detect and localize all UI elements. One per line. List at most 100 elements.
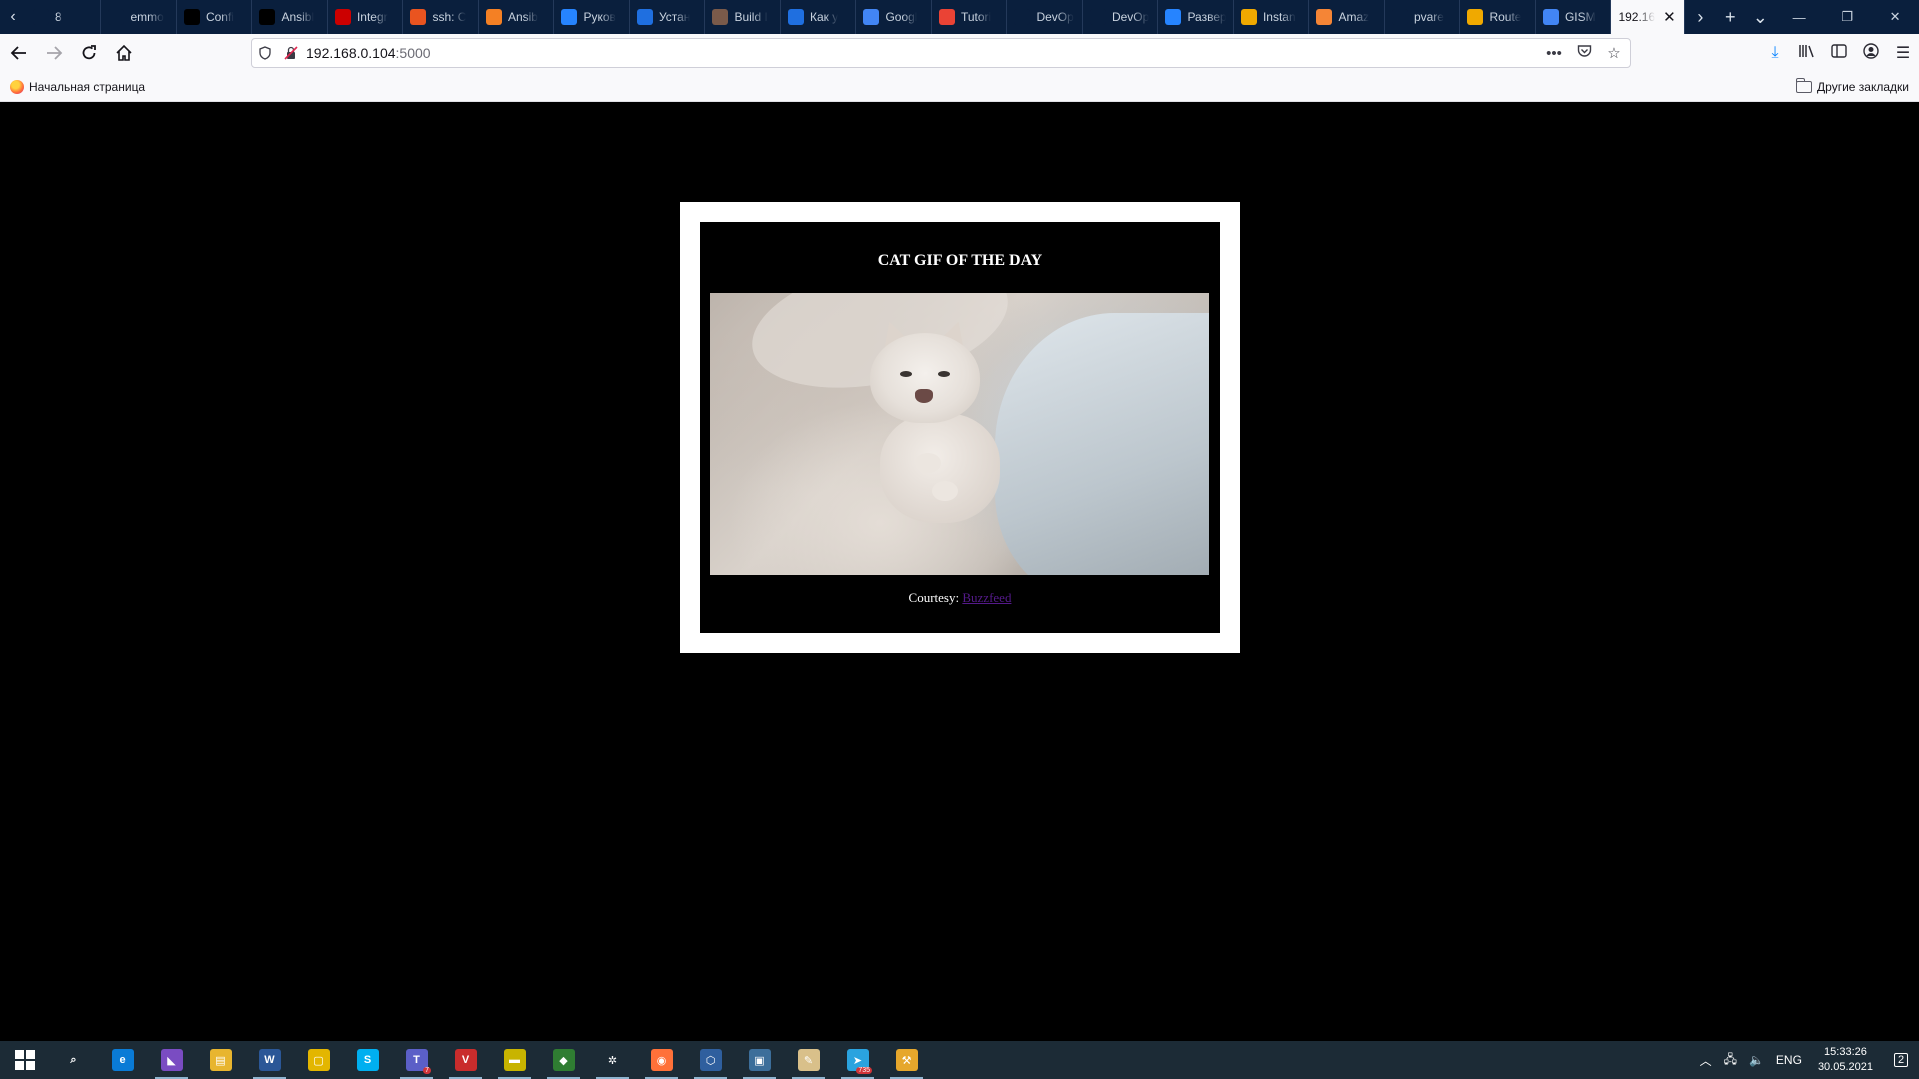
- stackoverflow-icon: [485, 9, 502, 25]
- cat-card-frame: CAT GIF OF THE DAY Courtesy: Buzzfeed: [680, 202, 1240, 653]
- forward-icon[interactable]: [38, 37, 70, 69]
- tab[interactable]: Как у: [781, 0, 857, 34]
- taskbar-button[interactable]: ◣: [147, 1041, 196, 1079]
- network-icon[interactable]: 🖧: [1718, 1050, 1743, 1071]
- tab-label: Как у: [809, 10, 839, 24]
- tab[interactable]: Ansibl: [252, 0, 328, 34]
- tab[interactable]: DevOp: [1007, 0, 1083, 34]
- library-icon[interactable]: [1791, 43, 1823, 64]
- restore-icon[interactable]: ❐: [1823, 0, 1871, 34]
- tracking-shield-icon[interactable]: [252, 46, 278, 60]
- minimize-icon[interactable]: —: [1775, 0, 1823, 34]
- medium-icon: [259, 9, 276, 25]
- taskbar-button[interactable]: ⬡: [686, 1041, 735, 1079]
- volume-icon[interactable]: 🔈: [1743, 1053, 1770, 1067]
- home-icon[interactable]: [108, 37, 140, 69]
- taskbar-button[interactable]: S: [343, 1041, 392, 1079]
- taskbar-button[interactable]: W: [245, 1041, 294, 1079]
- bookmark-home-page[interactable]: Начальная страница: [0, 79, 155, 94]
- menu-hamburger-icon[interactable]: ☰: [1887, 43, 1919, 63]
- tool-icon: ⚒: [895, 1049, 918, 1071]
- tab[interactable]: Устан: [630, 0, 706, 34]
- visual-studio-icon: ◣: [160, 1049, 183, 1071]
- taskbar-button[interactable]: ⌕: [49, 1041, 98, 1079]
- taskbar-badge: 735: [856, 1067, 872, 1074]
- tray-chevron-up-icon[interactable]: ︿: [1694, 1052, 1718, 1069]
- taskbar-button[interactable]: ⚒: [882, 1041, 931, 1079]
- back-icon[interactable]: [3, 37, 35, 69]
- page-title: CAT GIF OF THE DAY: [877, 252, 1043, 269]
- taskbar-button[interactable]: ◉: [637, 1041, 686, 1079]
- clock[interactable]: 15:33:26 30.05.2021: [1808, 1045, 1883, 1075]
- insecure-lock-icon[interactable]: [278, 46, 304, 60]
- taskbar-button[interactable]: ▢: [294, 1041, 343, 1079]
- git-icon: ◆: [552, 1049, 575, 1071]
- tab[interactable]: 8: [26, 0, 102, 34]
- kitten-paw: [915, 453, 941, 473]
- tab-label: Tutori: [960, 10, 992, 24]
- tab[interactable]: Руков: [554, 0, 630, 34]
- taskbar-button[interactable]: e: [98, 1041, 147, 1079]
- window-close-icon[interactable]: ✕: [1871, 0, 1919, 34]
- pocket-icon[interactable]: [1572, 44, 1596, 62]
- tab[interactable]: Route: [1460, 0, 1536, 34]
- tab[interactable]: DevOp: [1083, 0, 1159, 34]
- url-actions: ••• ☆: [1542, 39, 1626, 67]
- tab[interactable]: Instan: [1234, 0, 1310, 34]
- account-icon[interactable]: [1855, 42, 1887, 64]
- sticky-app-icon: ▢: [307, 1049, 330, 1071]
- action-center-icon[interactable]: 2: [1883, 1053, 1919, 1067]
- taskbar-button[interactable]: V: [441, 1041, 490, 1079]
- taskbar-button[interactable]: ✎: [784, 1041, 833, 1079]
- firefox-icon: [10, 79, 24, 94]
- blank-tab-icon: [1391, 9, 1408, 25]
- tab[interactable]: Tutori: [932, 0, 1008, 34]
- bookmark-other-folder[interactable]: Другие закладки: [1786, 77, 1919, 94]
- tab[interactable]: Развер: [1158, 0, 1234, 34]
- person-icon: [712, 9, 729, 25]
- reload-icon[interactable]: [73, 37, 105, 69]
- tab-label: Развер: [1187, 10, 1226, 24]
- taskbar-button[interactable]: ➤ 735: [833, 1041, 882, 1079]
- tab-label: Instan: [1262, 10, 1296, 24]
- tab[interactable]: Confi: [177, 0, 253, 34]
- cat-card: CAT GIF OF THE DAY Courtesy: Buzzfeed: [700, 222, 1220, 633]
- courtesy-link[interactable]: Buzzfeed: [962, 590, 1011, 605]
- search-icon: ⌕: [62, 1049, 85, 1071]
- taskbar-button[interactable]: ▬: [490, 1041, 539, 1079]
- tab-list-chevron-down-icon[interactable]: ⌄: [1745, 0, 1775, 34]
- tab[interactable]: ssh: C: [403, 0, 479, 34]
- aws-box-icon: [1467, 9, 1484, 25]
- tab[interactable]: Googl: [856, 0, 932, 34]
- taskbar-button[interactable]: ▣: [735, 1041, 784, 1079]
- downloads-icon[interactable]: ⤓: [1759, 44, 1791, 62]
- new-tab-icon[interactable]: +: [1715, 0, 1745, 34]
- taskbar-button[interactable]: ▤: [196, 1041, 245, 1079]
- sidebar-icon[interactable]: [1823, 43, 1855, 63]
- taskbar-button[interactable]: ✲: [588, 1041, 637, 1079]
- vim-icon: V: [454, 1049, 477, 1071]
- tab-active[interactable]: 192.16 ✕: [1611, 0, 1686, 34]
- url-bar[interactable]: 192.168.0.104:5000 ••• ☆: [251, 38, 1631, 68]
- tab-scroll-left-icon[interactable]: ‹: [0, 0, 26, 34]
- tab[interactable]: pvare: [1385, 0, 1461, 34]
- taskbar-button[interactable]: T7: [392, 1041, 441, 1079]
- remote-desktop-icon: ▣: [748, 1049, 771, 1071]
- notification-count: 2: [1893, 1053, 1909, 1067]
- tab[interactable]: emmo: [101, 0, 177, 34]
- bookmark-star-icon[interactable]: ☆: [1602, 44, 1626, 62]
- page-actions-icon[interactable]: •••: [1542, 45, 1566, 62]
- tab-scroll-right-icon[interactable]: ›: [1685, 0, 1715, 34]
- tab[interactable]: Integr: [328, 0, 404, 34]
- tab[interactable]: Amaz: [1309, 0, 1385, 34]
- taskbar-badge: 7: [423, 1067, 431, 1074]
- aws-cube-icon: [1316, 9, 1333, 25]
- language-indicator[interactable]: ENG: [1770, 1053, 1808, 1067]
- close-icon[interactable]: ✕: [1661, 8, 1677, 26]
- start-button[interactable]: [0, 1041, 49, 1079]
- taskbar-button[interactable]: ◆: [539, 1041, 588, 1079]
- tab[interactable]: Ansib: [479, 0, 555, 34]
- tab[interactable]: Build I: [705, 0, 781, 34]
- blank-tab-icon: [1014, 9, 1031, 25]
- tab[interactable]: GISM: [1536, 0, 1612, 34]
